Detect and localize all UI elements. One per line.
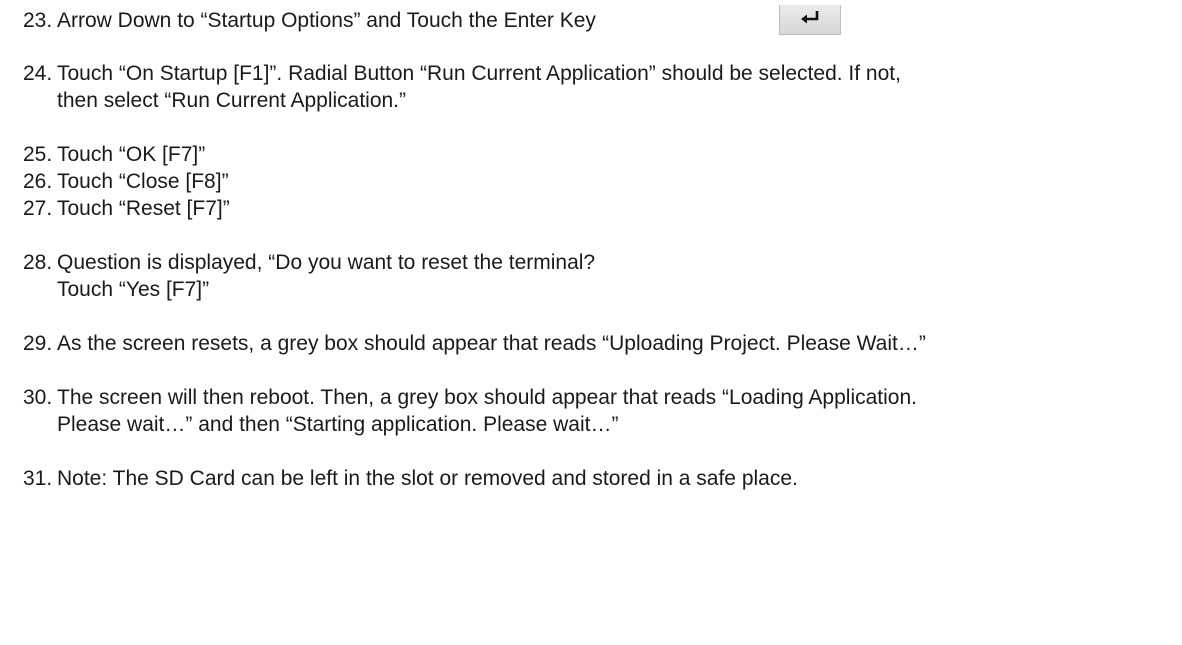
step-text: The screen will then reboot. Then, a gre… xyxy=(57,386,917,409)
step-number: 23. xyxy=(23,9,53,32)
step-text: Note: The SD Card can be left in the slo… xyxy=(57,467,798,490)
step-number: 25. xyxy=(23,143,53,166)
step-text: As the screen resets, a grey box should … xyxy=(57,332,926,355)
step-text: Touch “Yes [F7]” xyxy=(57,278,210,301)
step-text: Touch “Reset [F7]” xyxy=(57,197,230,220)
step-number: 28. xyxy=(23,251,53,274)
step-text: Question is displayed, “Do you want to r… xyxy=(57,251,596,274)
step-text: Touch “OK [F7]” xyxy=(57,143,206,166)
step-number: 26. xyxy=(23,170,53,193)
step-text: Arrow Down to “Startup Options” and Touc… xyxy=(57,9,596,32)
step-number: 30. xyxy=(23,386,53,409)
step-text: then select “Run Current Application.” xyxy=(57,89,407,112)
step-text: Touch “Close [F8]” xyxy=(57,170,229,193)
enter-key-icon xyxy=(779,5,841,35)
step-number: 24. xyxy=(23,62,53,85)
step-number: 31. xyxy=(23,467,53,490)
step-text: Please wait…” and then “Starting applica… xyxy=(57,413,619,436)
step-text: Touch “On Startup [F1]”. Radial Button “… xyxy=(57,62,901,85)
step-number: 27. xyxy=(23,197,53,220)
step-number: 29. xyxy=(23,332,53,355)
